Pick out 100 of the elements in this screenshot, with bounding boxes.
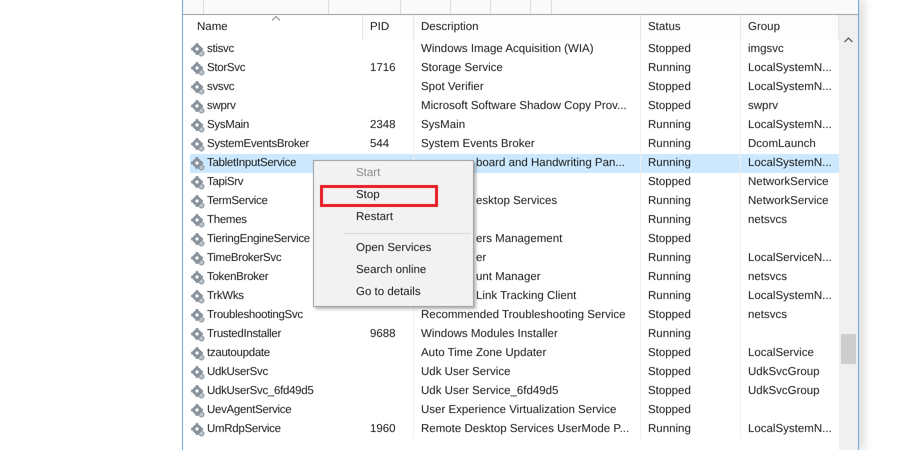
table-cell-text: UdkSvcGroup xyxy=(748,364,820,380)
table-cell-text: SysMain xyxy=(207,118,249,133)
table-cell-text: netsvcs xyxy=(748,270,787,285)
table-cell-text: TieringEngineService xyxy=(207,232,310,247)
service-row[interactable]: stisvc Windows Image Acquisition (WIA) Stopped imgsvc xyxy=(190,40,839,59)
table-cell-text: NetworkService xyxy=(748,174,829,190)
table-cell-text: Udk User Service xyxy=(421,364,510,380)
table-cell-text: 9688 xyxy=(370,326,396,342)
table-cell-text: svsvc xyxy=(207,80,234,95)
table-cell-text: swprv xyxy=(748,98,778,114)
gear-icon xyxy=(191,270,205,284)
gear-icon xyxy=(191,252,205,266)
gear-icon xyxy=(191,62,205,76)
table-cell-text: board and Handwriting Pan... xyxy=(476,156,625,171)
table-cell-text: Windows Modules Installer xyxy=(421,326,558,342)
table-cell-text: netsvcs xyxy=(748,212,787,228)
gear-icon xyxy=(191,176,205,190)
table-cell-text: Stopped xyxy=(648,80,691,95)
table-cell-text: Stopped xyxy=(648,174,691,190)
gear-icon xyxy=(191,308,205,322)
table-cell-text: Running xyxy=(648,194,691,209)
service-row[interactable]: SysMain 2348 SysMain Running LocalSystemN... xyxy=(190,116,839,135)
service-row[interactable]: TrustedInstaller 9688 Windows Modules Installer Running xyxy=(190,325,839,344)
table-cell-text: User Experience Virtualization Service xyxy=(421,402,616,418)
menu-item[interactable]: Stop xyxy=(320,185,438,207)
table-cell-text: er xyxy=(476,250,486,266)
gear-icon xyxy=(191,156,205,170)
gear-icon xyxy=(191,214,205,228)
scrollbar[interactable] xyxy=(839,15,858,450)
service-row[interactable]: UevAgentService User Experience Virtualization Service Stopped xyxy=(190,401,839,420)
service-row[interactable]: UdkUserSvc Udk User Service Stopped UdkSvcGroup xyxy=(190,363,839,382)
table-cell-text: LocalSystemN... xyxy=(748,288,832,304)
table-cell-text: TapiSrv xyxy=(207,174,244,190)
gear-icon xyxy=(191,384,205,398)
table-cell-text: Running xyxy=(648,270,691,285)
menu-item[interactable]: Open Services xyxy=(320,238,467,260)
table-cell-text: Themes xyxy=(207,212,247,228)
gear-icon xyxy=(191,404,205,418)
table-cell-text: 544 xyxy=(370,136,390,152)
gear-icon xyxy=(191,290,205,304)
table-cell-text: ers Management xyxy=(476,232,562,247)
service-row[interactable]: StorSvc 1716 Storage Service Running LocalSystemN... xyxy=(190,59,839,78)
table-cell-text: Udk User Service_6fd49d5 xyxy=(421,384,558,399)
service-row[interactable]: svsvc Spot Verifier Stopped LocalSystemN... xyxy=(190,78,839,97)
table-cell-text: TroubleshootingSvc xyxy=(207,308,303,323)
table-cell-text: 1960 xyxy=(370,422,396,437)
gear-icon xyxy=(191,118,205,132)
menu-item[interactable]: Go to details xyxy=(320,282,467,304)
table-cell-text: Microsoft Software Shadow Copy Prov... xyxy=(421,98,627,114)
table-cell-text: System Events Broker xyxy=(421,136,535,152)
table-cell-text: Stopped xyxy=(648,42,691,57)
service-row[interactable]: swprv Microsoft Software Shadow Copy Prov... Stopped swprv xyxy=(190,97,839,116)
service-row[interactable]: tzautoupdate Auto Time Zone Updater Stopped LocalService xyxy=(190,344,839,363)
scrollbar-thumb[interactable] xyxy=(841,334,856,364)
table-cell-text: LocalServiceN... xyxy=(748,250,832,266)
menu-item[interactable]: Search online xyxy=(320,260,467,282)
gear-icon xyxy=(191,422,205,436)
table-cell-text: StorSvc xyxy=(207,60,246,76)
table-cell-text: SysMain xyxy=(421,118,466,133)
table-cell-text: UdkUserSvc_6fd49d5 xyxy=(207,384,314,399)
table-cell-text: netsvcs xyxy=(748,308,787,323)
table-cell-text: LocalSystemN... xyxy=(748,422,832,437)
service-row[interactable]: UdkUserSvc_6fd49d5 Udk User Service_6fd49d5 Stopped UdkSvcGroup xyxy=(190,382,839,401)
table-cell-text: Spot Verifier xyxy=(421,80,484,95)
table-cell-text: tzautoupdate xyxy=(207,346,270,361)
gear-icon xyxy=(191,42,205,56)
table-cell-text: Stopped xyxy=(648,384,691,399)
table-cell-text: UevAgentService xyxy=(207,402,292,418)
table-cell-text: TrustedInstaller xyxy=(207,326,282,342)
table-cell-text: 1716 xyxy=(370,60,396,76)
table-cell-text: Stopped xyxy=(648,364,691,380)
table-cell-text: Stopped xyxy=(648,346,691,361)
table-cell-text: TermService xyxy=(207,194,268,209)
table-cell-text: LocalService xyxy=(748,346,814,361)
table-cell-text: Stopped xyxy=(648,98,691,114)
table-cell-text: Windows Image Acquisition (WIA) xyxy=(421,42,594,57)
gear-icon xyxy=(191,366,205,380)
table-cell-text: UmRdpService xyxy=(207,422,281,437)
table-cell-text: 2348 xyxy=(370,118,396,133)
table-cell-text: UdkUserSvc xyxy=(207,364,268,380)
table-cell-text: Running xyxy=(648,212,691,228)
table-cell-text: stisvc xyxy=(207,42,234,57)
gear-icon xyxy=(191,346,205,360)
table-cell-text: esktop Services xyxy=(476,194,558,209)
table-cell-text: Running xyxy=(648,60,691,76)
table-cell-text: SystemEventsBroker xyxy=(207,136,309,152)
menu-item[interactable]: Restart xyxy=(320,207,467,229)
table-cell-text: unt Manager xyxy=(476,270,541,285)
table-cell-text: UdkSvcGroup xyxy=(748,384,820,399)
table-cell-text: Storage Service xyxy=(421,60,503,76)
scroll-up-icon[interactable] xyxy=(844,37,853,43)
service-row[interactable]: UmRdpService 1960 Remote Desktop Services UserMode P... Running LocalSystemN... xyxy=(190,420,839,439)
table-cell-text: LocalSystemN... xyxy=(748,156,832,171)
table-cell-text: DcomLaunch xyxy=(748,136,816,152)
table-cell-text: Remote Desktop Services UserMode P... xyxy=(421,422,630,437)
table-cell-text: TrkWks xyxy=(207,288,244,304)
table-cell-text: Running xyxy=(648,118,691,133)
table-cell-text: swprv xyxy=(207,98,236,114)
table-cell-text: Running xyxy=(648,422,691,437)
gear-icon xyxy=(191,80,205,94)
